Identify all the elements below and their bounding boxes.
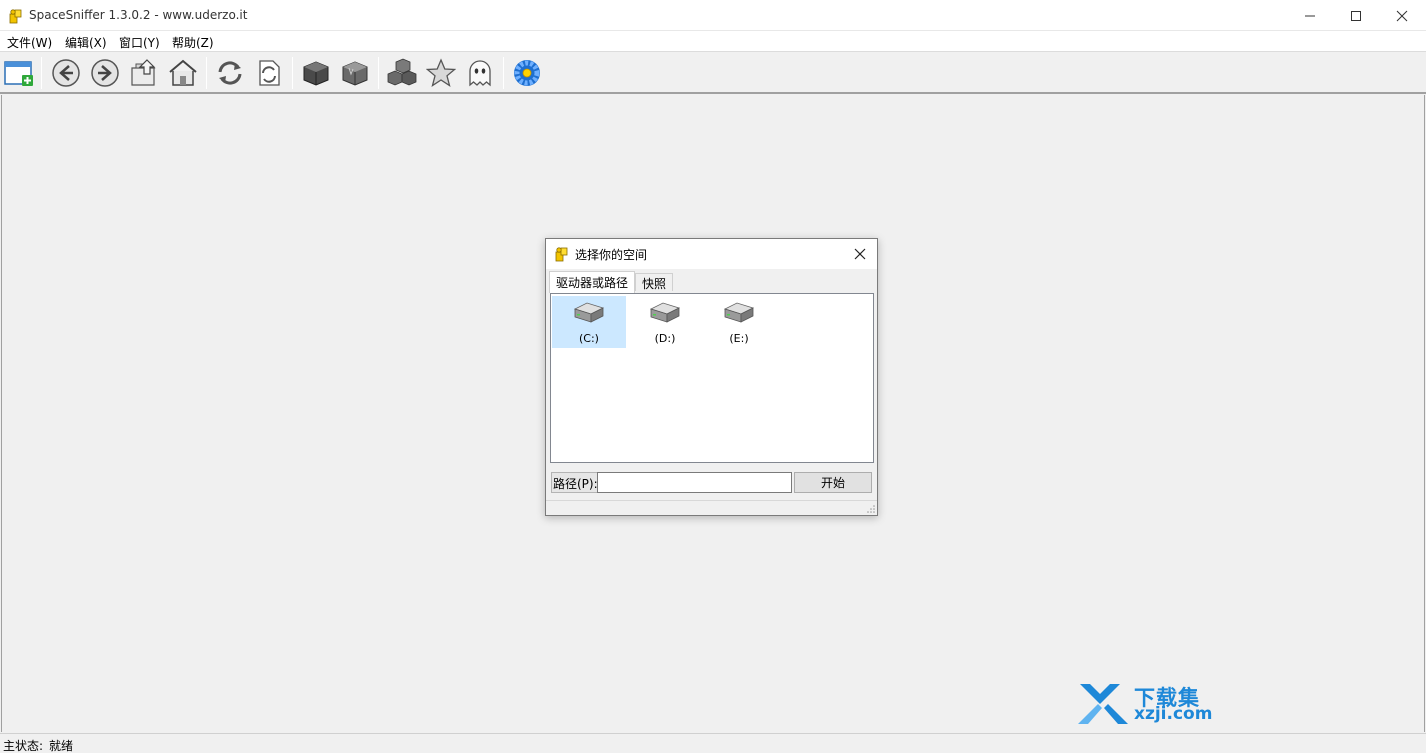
refresh-button[interactable] <box>213 56 247 90</box>
home-icon <box>169 59 197 86</box>
download-arrow-logo-icon <box>1078 684 1128 724</box>
star-button[interactable] <box>424 56 458 90</box>
home-button[interactable] <box>166 56 200 90</box>
cube-icon <box>342 61 368 86</box>
refresh-document-button[interactable] <box>252 56 286 90</box>
drive-label: (C:) <box>579 332 599 345</box>
up-folder-icon <box>131 59 156 86</box>
dialog-title: 选择你的空间 <box>575 248 648 262</box>
cubes-icon <box>387 58 417 86</box>
dialog-app-icon <box>555 247 568 262</box>
cubes-button[interactable] <box>385 56 419 90</box>
refresh-icon <box>218 61 242 85</box>
dialog-close-button[interactable] <box>848 243 872 265</box>
status-value: 就绪 <box>49 739 74 753</box>
maximize-icon <box>1351 10 1361 21</box>
path-label: 路径(P): <box>551 472 600 493</box>
drive-item-c[interactable]: (C:) <box>552 296 626 348</box>
new-window-button[interactable] <box>2 56 36 90</box>
watermark-logo: 下载集 xzji.com <box>1076 682 1216 726</box>
maximize-button[interactable] <box>1333 0 1379 31</box>
flower-button[interactable] <box>510 56 544 90</box>
drive-item-e[interactable]: (E:) <box>702 296 776 348</box>
dark-cube-button[interactable] <box>299 56 333 90</box>
toolbar-separator <box>378 57 379 89</box>
menu-file[interactable]: 文件(W) <box>7 34 52 51</box>
drive-item-d[interactable]: (D:) <box>628 296 702 348</box>
forward-arrow-icon <box>91 59 119 87</box>
drive-label: (D:) <box>654 332 676 345</box>
toolbar-separator <box>41 57 42 89</box>
drive-label: (E:) <box>729 332 749 345</box>
path-input[interactable] <box>597 472 792 493</box>
star-icon <box>426 58 456 87</box>
menu-window[interactable]: 窗口(Y) <box>119 34 160 51</box>
up-folder-button[interactable] <box>127 56 161 90</box>
watermark-url: xzji.com <box>1134 704 1213 724</box>
minimize-icon <box>1305 15 1315 16</box>
hard-drive-icon <box>573 302 605 323</box>
forward-button[interactable] <box>88 56 122 90</box>
menu-bar: 文件(W) 编辑(X) 窗口(Y) 帮助(Z) <box>0 31 1426 52</box>
toolbar <box>0 52 1426 94</box>
tab-snapshot[interactable]: 快照 <box>635 273 674 291</box>
drive-list: (C:) (D:) (E:) <box>550 293 874 463</box>
dialog-status-bar <box>546 500 877 515</box>
back-arrow-icon <box>52 59 80 87</box>
hard-drive-icon <box>723 302 755 323</box>
toolbar-separator <box>503 57 504 89</box>
resize-grip-icon[interactable] <box>866 504 876 514</box>
app-icon <box>9 9 22 24</box>
start-button[interactable]: 开始 <box>794 472 872 493</box>
refresh-document-icon <box>259 60 280 86</box>
dialog-title-bar: 选择你的空间 <box>546 239 877 269</box>
status-label: 主状态: <box>3 739 44 753</box>
dark-cube-icon <box>303 61 329 86</box>
title-bar: SpaceSniffer 1.3.0.2 - www.uderzo.it <box>0 0 1426 31</box>
close-button[interactable] <box>1379 0 1425 31</box>
tab-drives-or-path[interactable]: 驱动器或路径 <box>549 271 636 293</box>
window-title: SpaceSniffer 1.3.0.2 - www.uderzo.it <box>29 8 248 22</box>
menu-edit[interactable]: 编辑(X) <box>65 34 107 51</box>
hard-drive-icon <box>649 302 681 323</box>
close-icon <box>1396 10 1408 21</box>
new-window-icon <box>4 61 33 86</box>
menu-help[interactable]: 帮助(Z) <box>172 34 214 51</box>
ghost-icon <box>469 60 491 87</box>
toolbar-separator <box>292 57 293 89</box>
select-space-dialog: 选择你的空间 驱动器或路径 快照 (C:) (D:) (E:) 路径(P): 开… <box>545 238 878 516</box>
flower-icon <box>514 60 540 86</box>
back-button[interactable] <box>49 56 83 90</box>
status-bar: 主状态: 就绪 <box>0 733 1426 753</box>
close-icon <box>854 248 866 260</box>
ghost-button[interactable] <box>463 56 497 90</box>
toolbar-separator <box>206 57 207 89</box>
cube-button[interactable] <box>338 56 372 90</box>
minimize-button[interactable] <box>1287 0 1333 31</box>
